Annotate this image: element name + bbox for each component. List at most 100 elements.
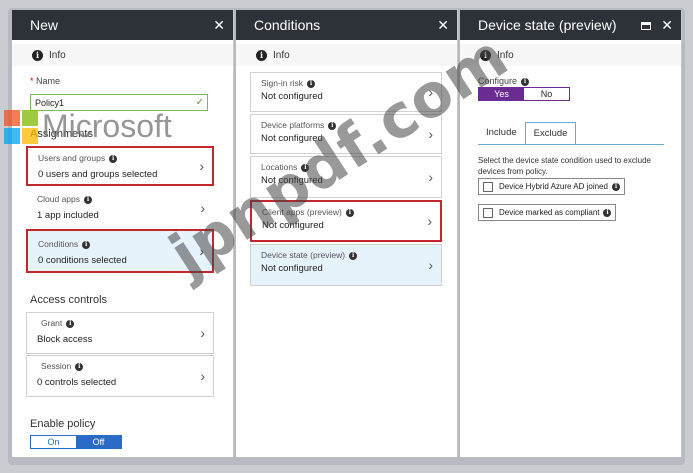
chevron-right-icon: ›	[200, 325, 205, 341]
name-label: * Name	[30, 76, 61, 86]
grant-title: Grant	[41, 318, 63, 328]
maximize-icon[interactable]	[641, 17, 652, 33]
info-icon: i	[32, 49, 43, 61]
blade-conditions: Conditions ✕ i Info Sign-in risk i Not co…	[236, 10, 458, 457]
condition-item-locations[interactable]: Locations i Not configured ›	[250, 156, 442, 198]
blade-new: New ✕ i Info * Name Policy1 ✓ Assignment…	[12, 10, 234, 457]
condition-title: Device platforms	[261, 120, 325, 130]
condition-title: Device state (preview)	[261, 250, 346, 260]
configure-no-option[interactable]: No	[524, 88, 569, 100]
condition-item-device-state[interactable]: Device state (preview) i Not configured ›	[250, 244, 442, 286]
condition-value: Not configured	[261, 263, 323, 274]
cloud-apps-title: Cloud apps	[37, 194, 81, 204]
info-icon: i	[480, 49, 491, 61]
info-button[interactable]: i Info	[236, 44, 457, 66]
hybrid-azure-ad-joined-label: Device Hybrid Azure AD joined	[499, 182, 608, 191]
condition-value: Not configured	[261, 175, 323, 186]
blade-device-state-header: Device state (preview) ✕	[460, 10, 681, 40]
marked-compliant-label: Device marked as compliant	[499, 208, 600, 217]
tab-divider	[478, 144, 664, 145]
info-icon: i	[66, 319, 75, 328]
chevron-right-icon: ›	[200, 368, 205, 384]
configure-yes-option[interactable]: Yes	[479, 88, 524, 100]
info-button[interactable]: i Info	[12, 44, 233, 66]
tab-include[interactable]: Include	[478, 122, 525, 145]
enable-policy-toggle[interactable]: On Off	[30, 435, 122, 449]
exclude-description: Select the device state condition used t…	[478, 156, 651, 176]
blade-conditions-header: Conditions ✕	[236, 10, 457, 40]
condition-title: Locations	[261, 162, 298, 172]
chevron-right-icon: ›	[428, 169, 433, 185]
condition-item-client-apps[interactable]: Client apps (preview) i Not configured ›	[250, 200, 442, 242]
enable-policy-title: Enable policy	[30, 418, 96, 430]
info-icon: i	[75, 362, 84, 371]
tab-exclude[interactable]: Exclude	[524, 122, 577, 145]
condition-title: Client apps (preview)	[262, 207, 342, 217]
policy-name-input[interactable]: Policy1 ✓	[30, 94, 208, 111]
grant-item[interactable]: Grant i Block access ›	[26, 312, 214, 354]
chevron-right-icon: ›	[428, 84, 433, 100]
grant-value: Block access	[37, 334, 93, 345]
blade-new-header: New ✕	[12, 10, 233, 40]
marked-compliant-checkbox[interactable]: Device marked as compliant i	[478, 204, 617, 221]
assignments-title: Assignments	[30, 128, 93, 140]
access-controls-title: Access controls	[30, 294, 108, 306]
condition-value: Not configured	[262, 220, 324, 231]
condition-item-device-platforms[interactable]: Device platforms i Not configured ›	[250, 114, 442, 154]
condition-value: Not configured	[261, 133, 323, 144]
checkbox-icon[interactable]	[483, 207, 493, 218]
cloud-apps-item[interactable]: Cloud apps i 1 app included ›	[26, 188, 214, 228]
condition-title: Sign-in risk	[261, 78, 304, 88]
chevron-right-icon: ›	[428, 257, 433, 273]
info-label: Info	[497, 49, 514, 61]
info-icon: i	[307, 79, 316, 88]
info-icon: i	[521, 77, 530, 86]
enable-off-option[interactable]: Off	[76, 436, 121, 448]
conditions-item[interactable]: Conditions i 0 conditions selected ›	[26, 229, 214, 273]
info-button[interactable]: i Info	[460, 44, 681, 66]
hybrid-azure-ad-joined-checkbox[interactable]: Device Hybrid Azure AD joined i	[478, 178, 625, 195]
info-icon: i	[256, 49, 267, 61]
info-icon: i	[349, 251, 358, 260]
checkbox-icon[interactable]	[483, 181, 493, 192]
users-groups-item[interactable]: Users and groups i 0 users and groups sel…	[26, 146, 214, 186]
session-value: 0 controls selected	[37, 377, 117, 388]
users-groups-value: 0 users and groups selected	[38, 169, 158, 180]
required-asterisk: *	[30, 76, 34, 86]
conditions-title: Conditions	[38, 239, 79, 249]
blade-new-title: New	[30, 17, 59, 33]
conditions-value: 0 conditions selected	[38, 255, 127, 266]
info-icon: i	[611, 182, 620, 191]
close-icon[interactable]: ✕	[437, 17, 449, 34]
enable-on-option[interactable]: On	[31, 436, 76, 448]
blade-conditions-title: Conditions	[254, 17, 321, 33]
info-icon: i	[345, 208, 354, 217]
condition-item-sign-in-risk[interactable]: Sign-in risk i Not configured ›	[250, 72, 442, 112]
cloud-apps-value: 1 app included	[37, 210, 99, 221]
blade-device-state: Device state (preview) ✕ i Info Configur…	[460, 10, 682, 457]
info-icon: i	[109, 154, 118, 163]
info-icon: i	[328, 121, 337, 130]
chevron-right-icon: ›	[200, 200, 205, 216]
chevron-right-icon: ›	[428, 126, 433, 142]
checkmark-icon: ✓	[195, 97, 204, 108]
session-item[interactable]: Session i 0 controls selected ›	[26, 355, 214, 397]
chevron-right-icon: ›	[427, 213, 432, 229]
chevron-right-icon: ›	[199, 158, 204, 174]
info-label: Info	[273, 49, 290, 61]
info-icon: i	[84, 195, 93, 204]
configure-label: Configure i	[478, 76, 530, 86]
condition-value: Not configured	[261, 91, 323, 102]
info-icon: i	[82, 240, 91, 249]
session-title: Session	[41, 361, 72, 371]
users-groups-title: Users and groups	[38, 153, 106, 163]
blade-device-state-title: Device state (preview)	[478, 17, 617, 33]
info-icon: i	[301, 163, 310, 172]
chevron-right-icon: ›	[199, 243, 204, 259]
close-icon[interactable]: ✕	[213, 17, 225, 34]
configure-toggle[interactable]: Yes No	[478, 87, 570, 101]
info-label: Info	[49, 49, 66, 61]
close-icon[interactable]: ✕	[661, 17, 673, 34]
info-icon: i	[603, 208, 612, 217]
include-exclude-tabs: Include Exclude	[478, 122, 577, 145]
